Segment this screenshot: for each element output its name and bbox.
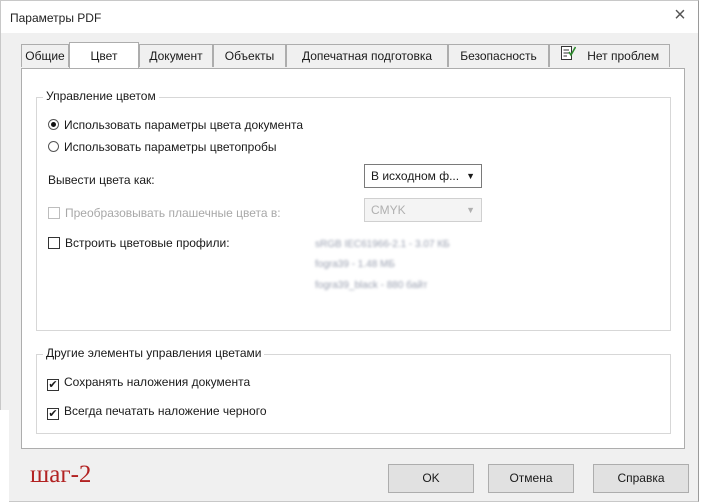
dropdown-value: CMYK xyxy=(371,203,406,217)
color-tab-panel: Управление цветом Использовать параметры… xyxy=(21,68,685,449)
tab-no-issues[interactable]: Нет проблем xyxy=(549,44,670,67)
tab-label: Безопасность xyxy=(460,49,537,63)
tab-label: Цвет xyxy=(90,49,118,63)
checkbox-disabled[interactable] xyxy=(48,207,60,219)
radio-button-selected[interactable] xyxy=(48,119,59,130)
tab-label: Допечатная подготовка xyxy=(301,49,433,63)
tab-label: Документ xyxy=(149,49,203,63)
title-bar: Параметры PDF × xyxy=(1,1,698,33)
tab-label: Нет проблем xyxy=(587,49,660,64)
document-check-icon xyxy=(560,45,577,69)
other-color-group: Другие элементы управления цветами ✔ Сохр… xyxy=(36,346,671,434)
radio-proof-colors[interactable]: Использовать параметры цветопробы xyxy=(48,140,277,154)
tab-prepress[interactable]: Допечатная подготовка xyxy=(286,44,448,67)
checkbox-checked[interactable]: ✔ xyxy=(47,379,59,391)
crop-margin xyxy=(0,410,9,504)
profile-item: fogra39 - 1.48 МБ xyxy=(315,259,395,270)
convert-spot-colors[interactable]: Преобразовывать плашечные цвета в: xyxy=(48,206,281,220)
radio-label: Использовать параметры цветопробы xyxy=(64,140,277,154)
group-title: Другие элементы управления цветами xyxy=(43,346,265,360)
embed-color-profiles[interactable]: Встроить цветовые профили: xyxy=(48,236,230,250)
cancel-button[interactable]: Отмена xyxy=(488,464,574,493)
checkbox[interactable] xyxy=(48,237,60,249)
tab-label: Общие xyxy=(25,49,65,63)
radio-document-colors[interactable]: Использовать параметры цвета документа xyxy=(48,118,303,132)
group-title: Управление цветом xyxy=(43,89,159,103)
profile-item: sRGB IEC61966-2.1 - 3.07 КБ xyxy=(315,239,450,250)
dropdown-arrow-icon: ▼ xyxy=(466,171,475,181)
preserve-overprints[interactable]: ✔ Сохранять наложения документа xyxy=(47,375,250,391)
tab-color[interactable]: Цвет xyxy=(69,42,139,68)
output-colors-dropdown[interactable]: В исходном ф... ▼ xyxy=(364,164,482,188)
radio-button[interactable] xyxy=(48,141,59,152)
dropdown-arrow-icon: ▼ xyxy=(466,205,475,215)
checkbox-label: Встроить цветовые профили: xyxy=(65,236,230,250)
radio-label: Использовать параметры цвета документа xyxy=(64,118,304,132)
help-button[interactable]: Справка xyxy=(593,464,689,493)
tab-document[interactable]: Документ xyxy=(139,44,213,67)
window-title: Параметры PDF xyxy=(10,11,102,25)
spot-conversion-dropdown[interactable]: CMYK ▼ xyxy=(364,198,482,222)
tab-objects[interactable]: Объекты xyxy=(213,44,286,67)
ok-button[interactable]: OK xyxy=(388,464,474,493)
tab-label: Объекты xyxy=(224,49,275,63)
pdf-settings-dialog: Параметры PDF × Общие Цвет Документ Объе… xyxy=(0,0,699,502)
checkbox-label: Сохранять наложения документа xyxy=(64,375,251,389)
checkbox-label: Преобразовывать плашечные цвета в: xyxy=(65,206,281,220)
tab-general[interactable]: Общие xyxy=(21,44,69,67)
close-icon[interactable]: × xyxy=(666,3,694,27)
dropdown-value: В исходном ф... xyxy=(371,169,460,183)
profile-item: fogra39_black - 880 байт xyxy=(315,280,428,291)
tab-security[interactable]: Безопасность xyxy=(448,44,549,67)
always-overprint-black[interactable]: ✔ Всегда печатать наложение черного xyxy=(47,404,267,420)
step-annotation: шаг-2 xyxy=(30,461,92,488)
output-colors-label: Вывести цвета как: xyxy=(48,173,155,187)
checkbox-label: Всегда печатать наложение черного xyxy=(64,404,267,418)
checkbox-checked[interactable]: ✔ xyxy=(47,408,59,420)
color-management-group: Управление цветом Использовать параметры… xyxy=(36,89,671,331)
